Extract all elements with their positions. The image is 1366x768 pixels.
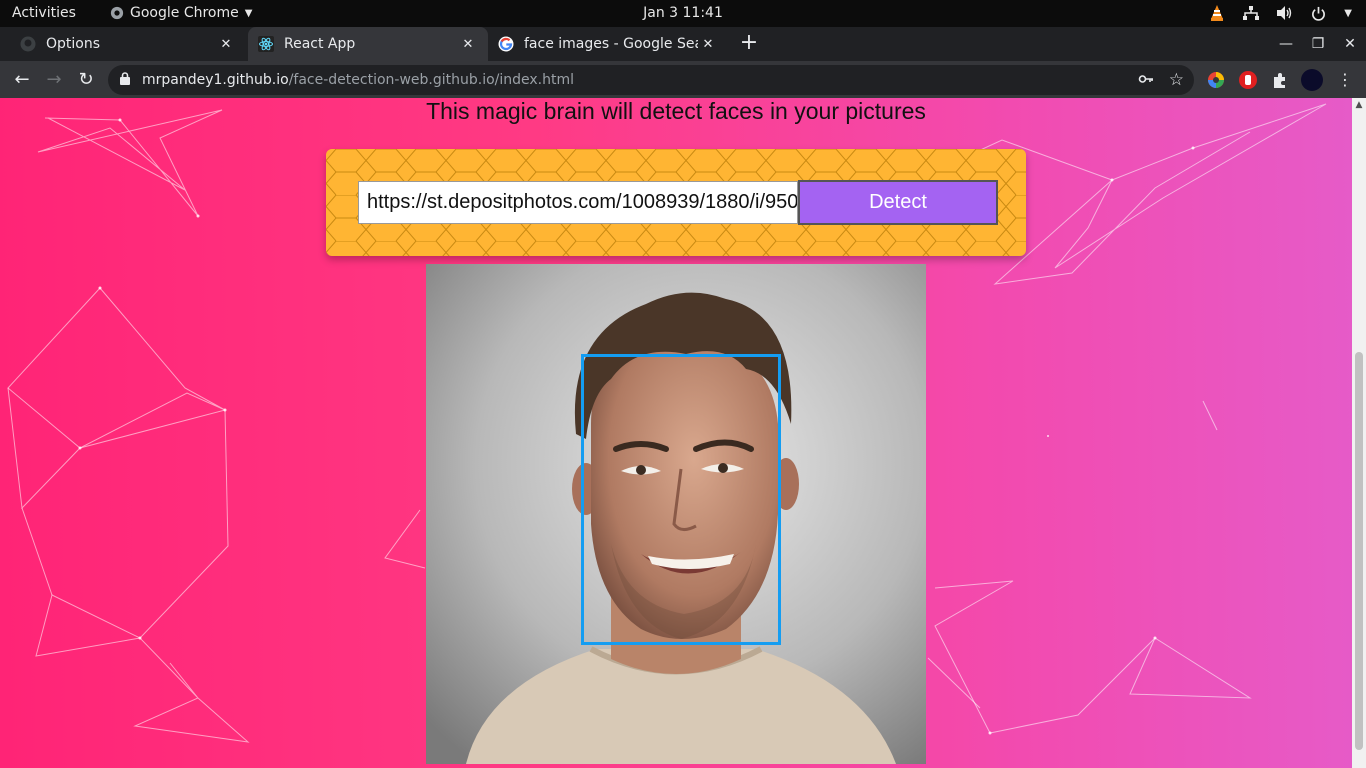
github-icon	[20, 36, 36, 52]
url-path: /face-detection-web.github.io/index.html	[288, 72, 575, 88]
react-icon	[258, 36, 274, 52]
chrome-app-icon	[110, 6, 124, 20]
profile-avatar[interactable]	[1300, 68, 1324, 92]
app-menu-label: Google Chrome	[130, 5, 239, 21]
tab-strip: Options ✕ React App ✕ face images - Goog…	[0, 27, 1366, 61]
new-tab-button[interactable]: +	[738, 32, 760, 55]
url-form-card: https://st.depositphotos.com/1008939/188…	[326, 149, 1026, 256]
window-controls: — ❐ ✕	[1270, 27, 1366, 61]
system-tray[interactable]: ▼	[1209, 4, 1352, 22]
url-domain: mrpandey1.github.io	[142, 72, 289, 88]
vlc-icon[interactable]	[1209, 4, 1225, 22]
url-text: mrpandey1.github.io/face-detection-web.g…	[142, 72, 574, 88]
tab-title: Options	[46, 36, 101, 52]
face-image	[426, 264, 926, 764]
caret-down-icon[interactable]: ▼	[1344, 8, 1352, 19]
network-icon[interactable]	[1243, 6, 1260, 20]
clock[interactable]: Jan 3 11:41	[643, 5, 723, 21]
activities-button[interactable]: Activities	[12, 5, 76, 21]
back-icon[interactable]: ←	[9, 67, 35, 93]
app-menu[interactable]: Google Chrome ▼	[110, 5, 252, 21]
reload-icon[interactable]: ↻	[73, 67, 99, 93]
power-icon[interactable]	[1311, 6, 1326, 21]
caret-down-icon: ▼	[244, 7, 253, 19]
tab-react-app[interactable]: React App ✕	[248, 27, 488, 61]
page-scrollbar[interactable]: ▲	[1352, 98, 1366, 768]
bookmark-star-icon[interactable]: ☆	[1169, 70, 1184, 90]
minimize-icon[interactable]: —	[1270, 36, 1302, 52]
volume-icon[interactable]	[1277, 6, 1293, 20]
address-bar[interactable]: mrpandey1.github.io/face-detection-web.g…	[108, 65, 1194, 95]
close-icon[interactable]: ✕	[698, 37, 718, 52]
color-wheel-extension-icon[interactable]	[1206, 70, 1226, 90]
hand-stop-extension-icon[interactable]	[1238, 70, 1258, 90]
page-content: This magic brain will detect faces in yo…	[0, 98, 1352, 768]
headline: This magic brain will detect faces in yo…	[426, 98, 926, 124]
restore-icon[interactable]: ❐	[1302, 36, 1334, 52]
tab-title: face images - Google Search	[524, 36, 698, 52]
google-icon	[498, 36, 514, 52]
tab-title: React App	[284, 36, 356, 52]
tab-options[interactable]: Options ✕	[2, 27, 246, 61]
key-icon[interactable]	[1138, 71, 1154, 87]
browser-toolbar: ← → ↻ mrpandey1.github.io/face-detection…	[0, 61, 1366, 98]
scroll-up-icon[interactable]: ▲	[1354, 100, 1364, 110]
detect-button[interactable]: Detect	[798, 180, 998, 225]
tab-face-images-search[interactable]: face images - Google Search ✕	[488, 27, 728, 61]
scrollbar-thumb[interactable]	[1355, 352, 1363, 750]
menu-dots-icon[interactable]: ⋮	[1332, 67, 1358, 93]
close-icon[interactable]: ✕	[458, 37, 478, 52]
face-bounding-box	[581, 354, 781, 645]
lock-icon[interactable]	[120, 72, 130, 85]
system-top-bar: Activities Google Chrome ▼ Jan 3 11:41 ▼	[0, 0, 1366, 27]
close-icon[interactable]: ✕	[216, 37, 236, 52]
forward-icon[interactable]: →	[41, 67, 67, 93]
image-url-input[interactable]: https://st.depositphotos.com/1008939/188…	[358, 181, 798, 224]
extensions-puzzle-icon[interactable]	[1270, 70, 1290, 90]
close-window-icon[interactable]: ✕	[1334, 36, 1366, 52]
